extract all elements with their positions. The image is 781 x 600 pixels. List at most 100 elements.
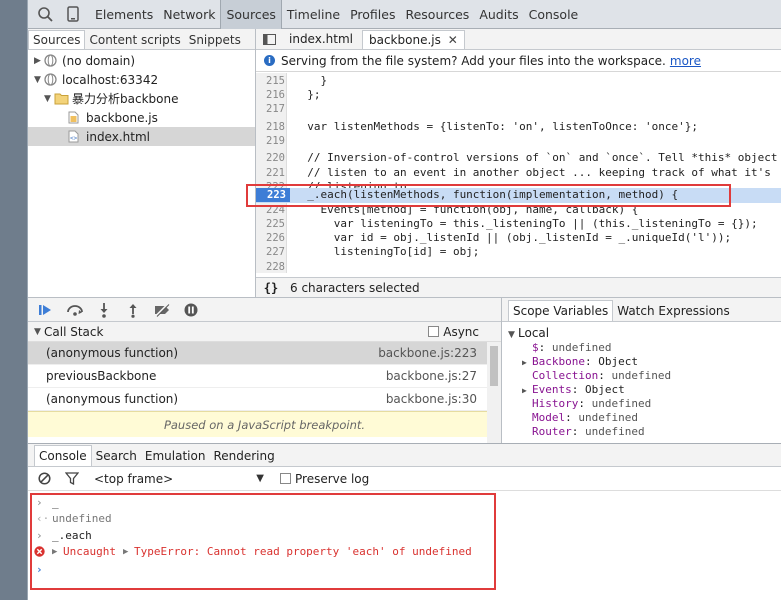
tree-item-index-html[interactable]: <> index.html bbox=[28, 127, 255, 146]
call-stack-header[interactable]: ▼ Call Stack Async bbox=[28, 322, 501, 342]
preserve-log-checkbox[interactable] bbox=[280, 473, 291, 484]
desktop-left-strip bbox=[0, 0, 28, 600]
tab-profiles[interactable]: Profiles bbox=[345, 0, 400, 29]
drawer-tab-search[interactable]: Search bbox=[92, 446, 141, 466]
scope-var[interactable]: Router: undefined bbox=[522, 425, 781, 439]
line-number[interactable]: 225 bbox=[256, 217, 285, 231]
line-number[interactable]: 226 bbox=[256, 231, 285, 245]
collapse-arrow-icon[interactable]: ▼ bbox=[34, 75, 44, 85]
var-value: undefined bbox=[578, 411, 638, 424]
tree-item-label: (no domain) bbox=[62, 53, 136, 68]
scope-var[interactable]: ▶ Backbone: Object bbox=[522, 355, 781, 369]
deactivate-breakpoints-icon[interactable] bbox=[152, 301, 172, 319]
drawer-tab-rendering[interactable]: Rendering bbox=[209, 446, 278, 466]
tab-console[interactable]: Console bbox=[524, 0, 584, 29]
tab-sources[interactable]: Sources bbox=[220, 0, 282, 29]
toggle-navigator-icon[interactable] bbox=[256, 29, 282, 49]
scope-section-local[interactable]: ▼ Local bbox=[508, 326, 781, 341]
var-value: undefined bbox=[591, 397, 652, 410]
var-value: undefined bbox=[551, 341, 612, 354]
tree-item-backbone-js[interactable]: backbone.js bbox=[28, 108, 255, 127]
close-tab-icon[interactable]: ✕ bbox=[448, 33, 458, 47]
editor-status-bar: {} 6 characters selected bbox=[256, 277, 781, 297]
tab-timeline[interactable]: Timeline bbox=[282, 0, 345, 29]
navigator-tabs: Sources Content scripts Snippets bbox=[28, 29, 255, 50]
call-frame-location[interactable]: backbone.js:30 bbox=[386, 392, 477, 406]
expand-arrow-icon[interactable]: ▶ bbox=[522, 384, 532, 398]
async-checkbox[interactable] bbox=[428, 326, 440, 337]
highlight-box-paused-line bbox=[246, 184, 731, 207]
tree-item-no-domain[interactable]: ▶ (no domain) bbox=[28, 51, 255, 70]
step-out-icon[interactable] bbox=[123, 301, 143, 319]
line-number[interactable]: 219 bbox=[256, 134, 285, 148]
call-frame-function: (anonymous function) bbox=[46, 392, 179, 406]
code-text: var listeningTo = this._listeningTo || (… bbox=[294, 217, 758, 230]
line-number[interactable]: 216 bbox=[256, 88, 285, 102]
call-frame-location[interactable]: backbone.js:27 bbox=[386, 369, 477, 383]
nav-tab-content-scripts[interactable]: Content scripts bbox=[85, 31, 184, 49]
line-number[interactable]: 218 bbox=[256, 120, 285, 134]
device-mode-icon[interactable] bbox=[62, 3, 84, 25]
collapse-arrow-icon[interactable]: ▼ bbox=[34, 327, 44, 337]
folder-icon bbox=[54, 92, 69, 105]
tab-elements[interactable]: Elements bbox=[90, 0, 158, 29]
drawer-tab-emulation[interactable]: Emulation bbox=[141, 446, 210, 466]
expand-arrow-icon[interactable]: ▶ bbox=[34, 56, 44, 66]
code-text: listeningTo[id] = obj; bbox=[294, 245, 480, 258]
editor-tab-backbone-js[interactable]: backbone.js ✕ bbox=[361, 30, 465, 49]
line-number[interactable]: 217 bbox=[256, 102, 285, 116]
call-frame[interactable]: (anonymous function) backbone.js:223 bbox=[28, 342, 501, 365]
pretty-print-button[interactable]: {} bbox=[256, 281, 286, 295]
debugger-sidebar: ▼ Call Stack Async (anonymous function) … bbox=[28, 297, 502, 444]
line-number[interactable]: 215 bbox=[256, 74, 285, 88]
script-file-icon bbox=[68, 111, 82, 124]
var-name: $ bbox=[532, 341, 539, 354]
call-frame-function: previousBackbone bbox=[46, 369, 157, 383]
call-frame[interactable]: previousBackbone backbone.js:27 bbox=[28, 365, 501, 388]
code-line: 221 // listen to an event in another obj… bbox=[256, 166, 781, 180]
frame-select[interactable]: <top frame> ▼ bbox=[94, 472, 264, 486]
nav-tab-snippets[interactable]: Snippets bbox=[185, 31, 245, 49]
tab-watch-expressions[interactable]: Watch Expressions bbox=[613, 301, 734, 321]
scope-var[interactable]: Model: undefined bbox=[522, 411, 781, 425]
resume-icon[interactable] bbox=[36, 301, 56, 319]
scope-var[interactable]: History: undefined bbox=[522, 397, 781, 411]
scope-tabs: Scope Variables Watch Expressions bbox=[502, 298, 781, 322]
step-over-icon[interactable] bbox=[65, 301, 85, 319]
pause-on-exceptions-icon[interactable] bbox=[181, 301, 201, 319]
tree-item-folder[interactable]: ▼ 暴力分析backbone bbox=[28, 89, 255, 108]
debugger-toolbar bbox=[28, 298, 501, 322]
scope-var[interactable]: $: undefined bbox=[522, 341, 781, 355]
tab-network[interactable]: Network bbox=[158, 0, 220, 29]
scope-var[interactable]: ▶ Events: Object bbox=[522, 383, 781, 397]
expand-arrow-icon[interactable]: ▶ bbox=[522, 356, 532, 370]
tab-audits[interactable]: Audits bbox=[474, 0, 523, 29]
call-frame[interactable]: (anonymous function) backbone.js:30 bbox=[28, 388, 501, 411]
scope-var[interactable]: Collection: undefined bbox=[522, 369, 781, 383]
filter-icon[interactable] bbox=[64, 471, 80, 487]
line-number[interactable]: 228 bbox=[256, 260, 285, 273]
scrollbar-thumb[interactable] bbox=[490, 346, 498, 386]
tree-item-localhost[interactable]: ▼ localhost:63342 bbox=[28, 70, 255, 89]
more-link[interactable]: more bbox=[670, 54, 701, 68]
drawer-tab-console[interactable]: Console bbox=[34, 445, 92, 466]
nav-tab-sources[interactable]: Sources bbox=[28, 30, 86, 49]
collapse-arrow-icon[interactable]: ▼ bbox=[508, 328, 518, 342]
tab-label: backbone.js bbox=[368, 33, 441, 47]
step-into-icon[interactable] bbox=[94, 301, 114, 319]
info-icon: i bbox=[264, 55, 275, 66]
code-area[interactable]: 215 } 216 }; 217 218 var listenMethods =… bbox=[256, 73, 781, 273]
call-stack-scrollbar[interactable] bbox=[487, 342, 501, 444]
collapse-arrow-icon[interactable]: ▼ bbox=[44, 94, 54, 104]
line-number[interactable]: 227 bbox=[256, 245, 285, 259]
tab-scope-variables[interactable]: Scope Variables bbox=[508, 300, 614, 321]
line-number[interactable]: 220 bbox=[256, 151, 285, 165]
call-frame-location[interactable]: backbone.js:223 bbox=[378, 346, 477, 360]
editor-tab-index-html[interactable]: index.html bbox=[282, 29, 360, 49]
line-number[interactable]: 221 bbox=[256, 166, 285, 180]
clear-console-icon[interactable] bbox=[36, 471, 52, 487]
var-name: Events bbox=[532, 383, 572, 396]
tab-resources[interactable]: Resources bbox=[400, 0, 474, 29]
inspect-element-icon[interactable] bbox=[34, 3, 56, 25]
console-toolbar: <top frame> ▼ Preserve log bbox=[28, 467, 781, 491]
